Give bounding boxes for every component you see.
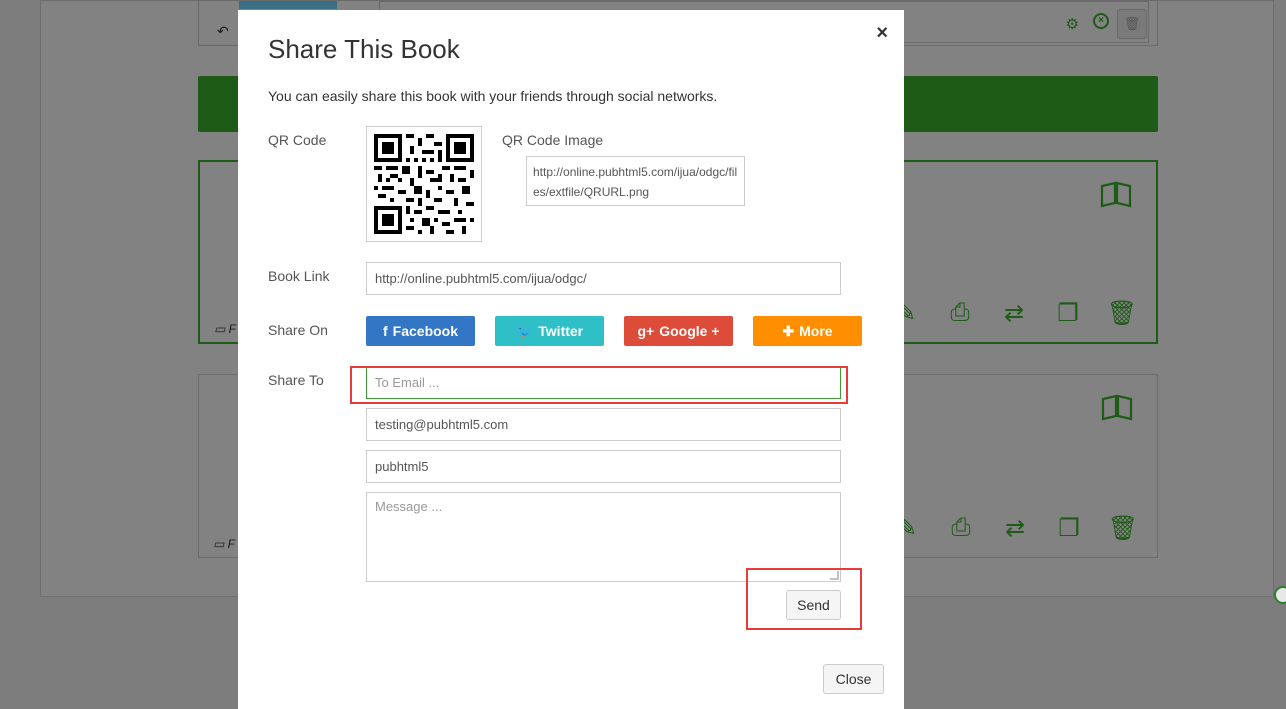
edge-widget-icon[interactable] xyxy=(1274,586,1286,604)
google-plus-icon: g+ xyxy=(637,323,655,339)
qr-code-graphic xyxy=(374,134,474,234)
qr-code-image xyxy=(366,126,482,242)
print-icon: ⎙ xyxy=(951,514,971,541)
share-to-label: Share To xyxy=(268,372,324,388)
google-plus-button[interactable]: g+ Google + xyxy=(624,316,733,346)
modal-title: Share This Book xyxy=(268,34,460,64)
qr-code-url-field[interactable]: http://online.pubhtml5.com/ijua/odgc/fil… xyxy=(526,156,745,206)
copy-icon: ❐ xyxy=(1057,300,1079,327)
message-placeholder: Message ... xyxy=(375,499,443,514)
close-icon[interactable]: × xyxy=(876,22,888,45)
monitor-icon: ▭ F xyxy=(214,322,237,336)
twitter-icon: 🐦 xyxy=(515,323,534,339)
trash-icon: 🗑 xyxy=(1106,300,1138,327)
sender-name-input[interactable]: pubhtml5 xyxy=(366,450,841,483)
share-modal: Share This Book × You can easily share t… xyxy=(238,10,904,709)
close-button[interactable]: Close xyxy=(823,664,884,694)
book-link-label: Book Link xyxy=(268,268,330,284)
more-button-label: More xyxy=(799,323,833,339)
close-circle-icon: × xyxy=(1093,13,1109,29)
send-button[interactable]: Send xyxy=(786,590,841,620)
message-textarea[interactable]: Message ... xyxy=(366,492,841,582)
transfer-icon: ⇄ xyxy=(1003,300,1025,327)
book-link-field[interactable]: http://online.pubhtml5.com/ijua/odgc/ xyxy=(366,262,841,295)
trash-icon: 🗑 xyxy=(1107,515,1139,542)
plus-icon: ✚ xyxy=(782,323,795,339)
qr-code-image-label: QR Code Image xyxy=(502,132,604,148)
more-button[interactable]: ✚ More xyxy=(753,316,862,346)
share-on-label: Share On xyxy=(268,322,328,338)
twitter-button[interactable]: 🐦 Twitter xyxy=(495,316,604,346)
google-plus-button-label: Google + xyxy=(659,323,720,339)
facebook-button-label: Facebook xyxy=(392,323,459,339)
open-book-icon xyxy=(1100,181,1132,208)
twitter-button-label: Twitter xyxy=(538,323,584,339)
qr-code-label: QR Code xyxy=(268,132,327,148)
book-thumbnail xyxy=(239,1,337,9)
open-book-icon xyxy=(1101,394,1133,421)
transfer-icon: ⇄ xyxy=(1004,515,1026,542)
copy-icon: ❐ xyxy=(1058,515,1080,542)
to-email-input[interactable]: To Email ... xyxy=(366,366,841,399)
facebook-icon: f xyxy=(382,323,388,339)
from-email-input[interactable]: testing@pubhtml5.com xyxy=(366,408,841,441)
monitor-icon: ▭ F xyxy=(213,537,236,551)
print-icon: ⎙ xyxy=(950,299,970,326)
bg-tools: ✎ ⎙ ⇄ ❐ 🗑 xyxy=(891,514,1139,543)
resize-handle-icon[interactable] xyxy=(830,571,839,580)
reply-icon: ↶ xyxy=(217,23,229,39)
modal-description: You can easily share this book with your… xyxy=(268,88,718,104)
facebook-button[interactable]: f Facebook xyxy=(366,316,475,346)
bg-tools: ✎ ⎙ ⇄ ❐ 🗑 xyxy=(890,299,1138,328)
gear-icon: ⚙ xyxy=(1065,16,1079,33)
trash-button: 🗑 xyxy=(1117,9,1147,39)
